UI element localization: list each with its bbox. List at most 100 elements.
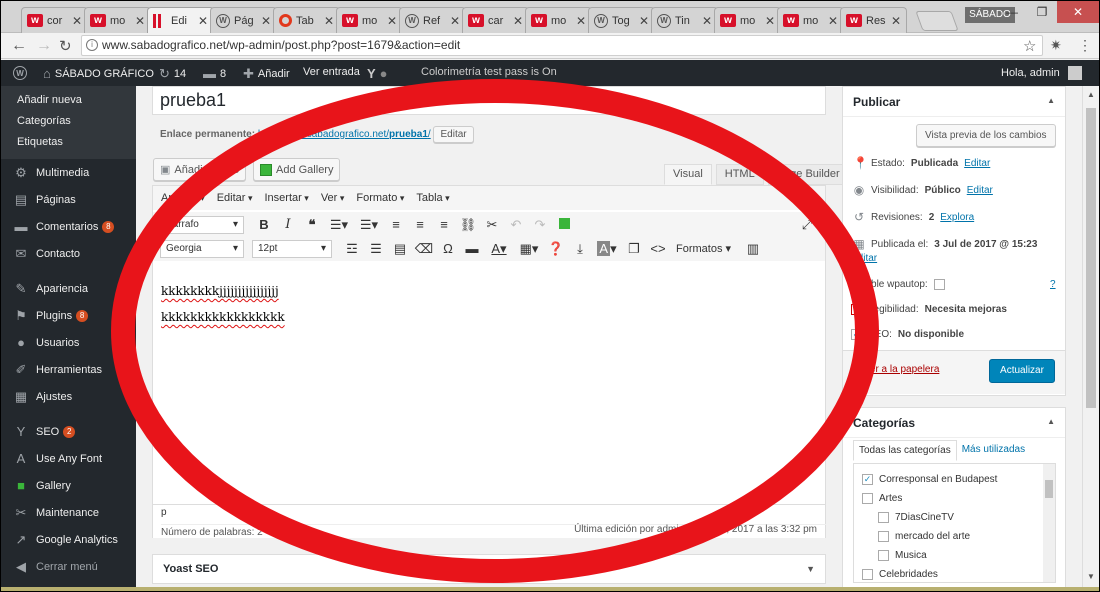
browser-tab[interactable]: W Tin ✕ <box>651 7 718 33</box>
blockquote-icon[interactable]: ❝ <box>300 217 324 233</box>
close-window-icon[interactable]: ✕ <box>1057 1 1099 23</box>
browser-tab[interactable]: w car ✕ <box>462 7 529 33</box>
category-checkbox[interactable] <box>878 512 889 523</box>
browser-tab[interactable]: w mo ✕ <box>525 7 592 33</box>
add-gallery-button[interactable]: Add Gallery <box>253 158 341 181</box>
upload-icon[interactable]: ⤓ <box>568 241 592 257</box>
tab-close-icon[interactable]: ✕ <box>70 14 82 28</box>
minimize-icon[interactable]: — <box>997 1 1027 23</box>
redo-icon[interactable]: ↷ <box>528 217 552 233</box>
editor-menu-item[interactable]: Formato <box>356 192 404 204</box>
caret-up-icon[interactable]: ▲ <box>1047 96 1055 105</box>
sidebar-item-herramientas[interactable]: ✐ Herramientas <box>1 356 136 383</box>
bold-icon[interactable]: B <box>252 217 276 232</box>
updates-link[interactable]: ↻ 14 <box>159 66 186 82</box>
numbered-list-icon[interactable]: ☰▾ <box>354 217 384 233</box>
fullscreen-icon[interactable]: ⤢ <box>795 217 819 233</box>
update-button[interactable]: Actualizar <box>989 359 1055 383</box>
category-scrollbar[interactable] <box>1043 464 1055 582</box>
account-link[interactable]: Hola, admin <box>1001 66 1082 80</box>
tab-close-icon[interactable]: ✕ <box>574 14 586 28</box>
special-char-icon[interactable]: Ω <box>436 241 460 256</box>
wpautop-checkbox[interactable] <box>933 279 945 290</box>
tab-html[interactable]: HTML <box>715 164 764 185</box>
category-checkbox[interactable]: ✓ <box>862 474 873 485</box>
sidebar-item-gallery[interactable]: ■ Gallery <box>1 472 136 499</box>
link-icon[interactable]: ⛓ <box>456 217 480 233</box>
tab-all-categories[interactable]: Todas las categorías <box>853 440 957 461</box>
tab-close-icon[interactable]: ✕ <box>889 14 901 28</box>
wp-logo-icon[interactable]: W <box>13 66 27 80</box>
gallery-insert-icon[interactable] <box>552 217 576 232</box>
sidebar-item-comentarios[interactable]: ▬ Comentarios 8 <box>1 213 136 240</box>
tab-close-icon[interactable]: ✕ <box>448 14 460 28</box>
columns-icon[interactable]: ▥ <box>741 241 765 257</box>
trash-link[interactable]: Mover a la papelera <box>851 364 939 375</box>
browser-tab[interactable]: w mo ✕ <box>777 7 844 33</box>
bullet-list-icon[interactable]: ☰▾ <box>324 217 354 233</box>
edit-status-link[interactable]: Editar <box>964 158 990 169</box>
category-checkbox[interactable] <box>862 569 873 580</box>
sidebar-item-ajustes[interactable]: ▦ Ajustes <box>1 383 136 410</box>
category-checkbox[interactable] <box>878 550 889 561</box>
tab-close-icon[interactable]: ✕ <box>196 14 208 28</box>
sidebar-item-contacto[interactable]: ✉ Contacto <box>1 240 136 267</box>
editor-menu-item[interactable]: Editar <box>217 192 253 204</box>
add-media-button[interactable]: ▣ Añadir objeto <box>153 158 247 181</box>
sidebar-item-use-any-font[interactable]: A Use Any Font <box>1 445 136 472</box>
help-link[interactable]: ? <box>1050 279 1056 290</box>
element-path[interactable]: p <box>161 507 167 518</box>
new-content-link[interactable]: ✚ Añadir <box>243 66 290 82</box>
sidebar-item-google-analytics[interactable]: ↗ Google Analytics <box>1 526 136 553</box>
edit-visibility-link[interactable]: Editar <box>967 185 993 196</box>
tab-close-icon[interactable]: ✕ <box>511 14 523 28</box>
sidebar-item-páginas[interactable]: ▤ Páginas <box>1 186 136 213</box>
browser-tab[interactable]: W Pág ✕ <box>210 7 277 33</box>
hr-icon[interactable]: ▬ <box>460 241 484 256</box>
browser-tab[interactable]: w mo ✕ <box>84 7 151 33</box>
browser-tab[interactable]: W Ref ✕ <box>399 7 466 33</box>
sidebar-item-maintenance[interactable]: ✂ Maintenance <box>1 499 136 526</box>
browser-tab[interactable]: Edi ✕ <box>147 7 214 34</box>
yoast-admin-icon[interactable]: Y ● <box>367 66 388 81</box>
browser-tab[interactable]: Tab ✕ <box>273 7 340 33</box>
editor-content[interactable]: kkkkkkkkjjjjjjjjjjjjjjjj kkkkkkkkkkkkkkk… <box>161 284 285 336</box>
back-icon[interactable]: ← <box>11 37 27 55</box>
browser-tab[interactable]: w Res ✕ <box>840 7 907 33</box>
formats-dropdown[interactable]: Formatos ▾ <box>676 242 731 255</box>
page-scrollbar[interactable]: ▲ ▼ <box>1082 86 1099 591</box>
block-format-select[interactable]: Párrafo ▾ <box>160 215 244 234</box>
table-icon[interactable]: ▦▾ <box>514 241 544 257</box>
tab-close-icon[interactable]: ✕ <box>763 14 775 28</box>
editor-menu-item[interactable]: Ver <box>321 192 345 204</box>
sidebar-item-apariencia[interactable]: ✎ Apariencia <box>1 275 136 302</box>
align-right-icon[interactable]: ≡ <box>432 217 456 232</box>
tab-close-icon[interactable]: ✕ <box>700 14 712 28</box>
browse-revisions-link[interactable]: Explora <box>940 212 974 223</box>
align-center-icon[interactable]: ≡ <box>408 217 432 232</box>
paste-text-icon[interactable]: ▤ <box>388 241 412 257</box>
forward-icon[interactable]: → <box>36 37 52 55</box>
sidebar-item-multimedia[interactable]: ⚙ Multimedia <box>1 159 136 186</box>
browser-tab[interactable]: w mo ✕ <box>714 7 781 33</box>
unlink-icon[interactable]: ✂ <box>480 217 504 233</box>
bookmark-star-icon[interactable]: ☆ <box>1023 37 1036 55</box>
paste-icon[interactable]: ❐ <box>622 241 646 257</box>
category-checkbox[interactable] <box>862 493 873 504</box>
italic-icon[interactable]: I <box>276 217 300 232</box>
background-color-icon[interactable]: A ▾ <box>592 240 622 257</box>
tab-close-icon[interactable]: ✕ <box>385 14 397 28</box>
align-left-icon[interactable]: ≡ <box>384 217 408 232</box>
editor-menu-item[interactable]: Archivo <box>161 192 205 204</box>
tab-most-used[interactable]: Más utilizadas <box>957 440 1030 461</box>
extension-icon[interactable]: ✷ <box>1050 37 1062 54</box>
caret-down-icon[interactable]: ▼ <box>806 564 815 574</box>
browser-tab[interactable]: W Tog ✕ <box>588 7 655 33</box>
tab-close-icon[interactable]: ✕ <box>259 14 271 28</box>
caret-up-icon[interactable]: ▲ <box>1047 417 1055 426</box>
categories-header[interactable]: Categorías ▲ <box>843 408 1065 438</box>
sidebar-item-cerrar-menú[interactable]: ◀ Cerrar menú <box>1 553 136 580</box>
scroll-up-icon[interactable]: ▲ <box>1087 90 1095 99</box>
sidebar-item-usuarios[interactable]: ● Usuarios <box>1 329 136 356</box>
font-family-select[interactable]: Georgia ▾ <box>160 239 244 258</box>
